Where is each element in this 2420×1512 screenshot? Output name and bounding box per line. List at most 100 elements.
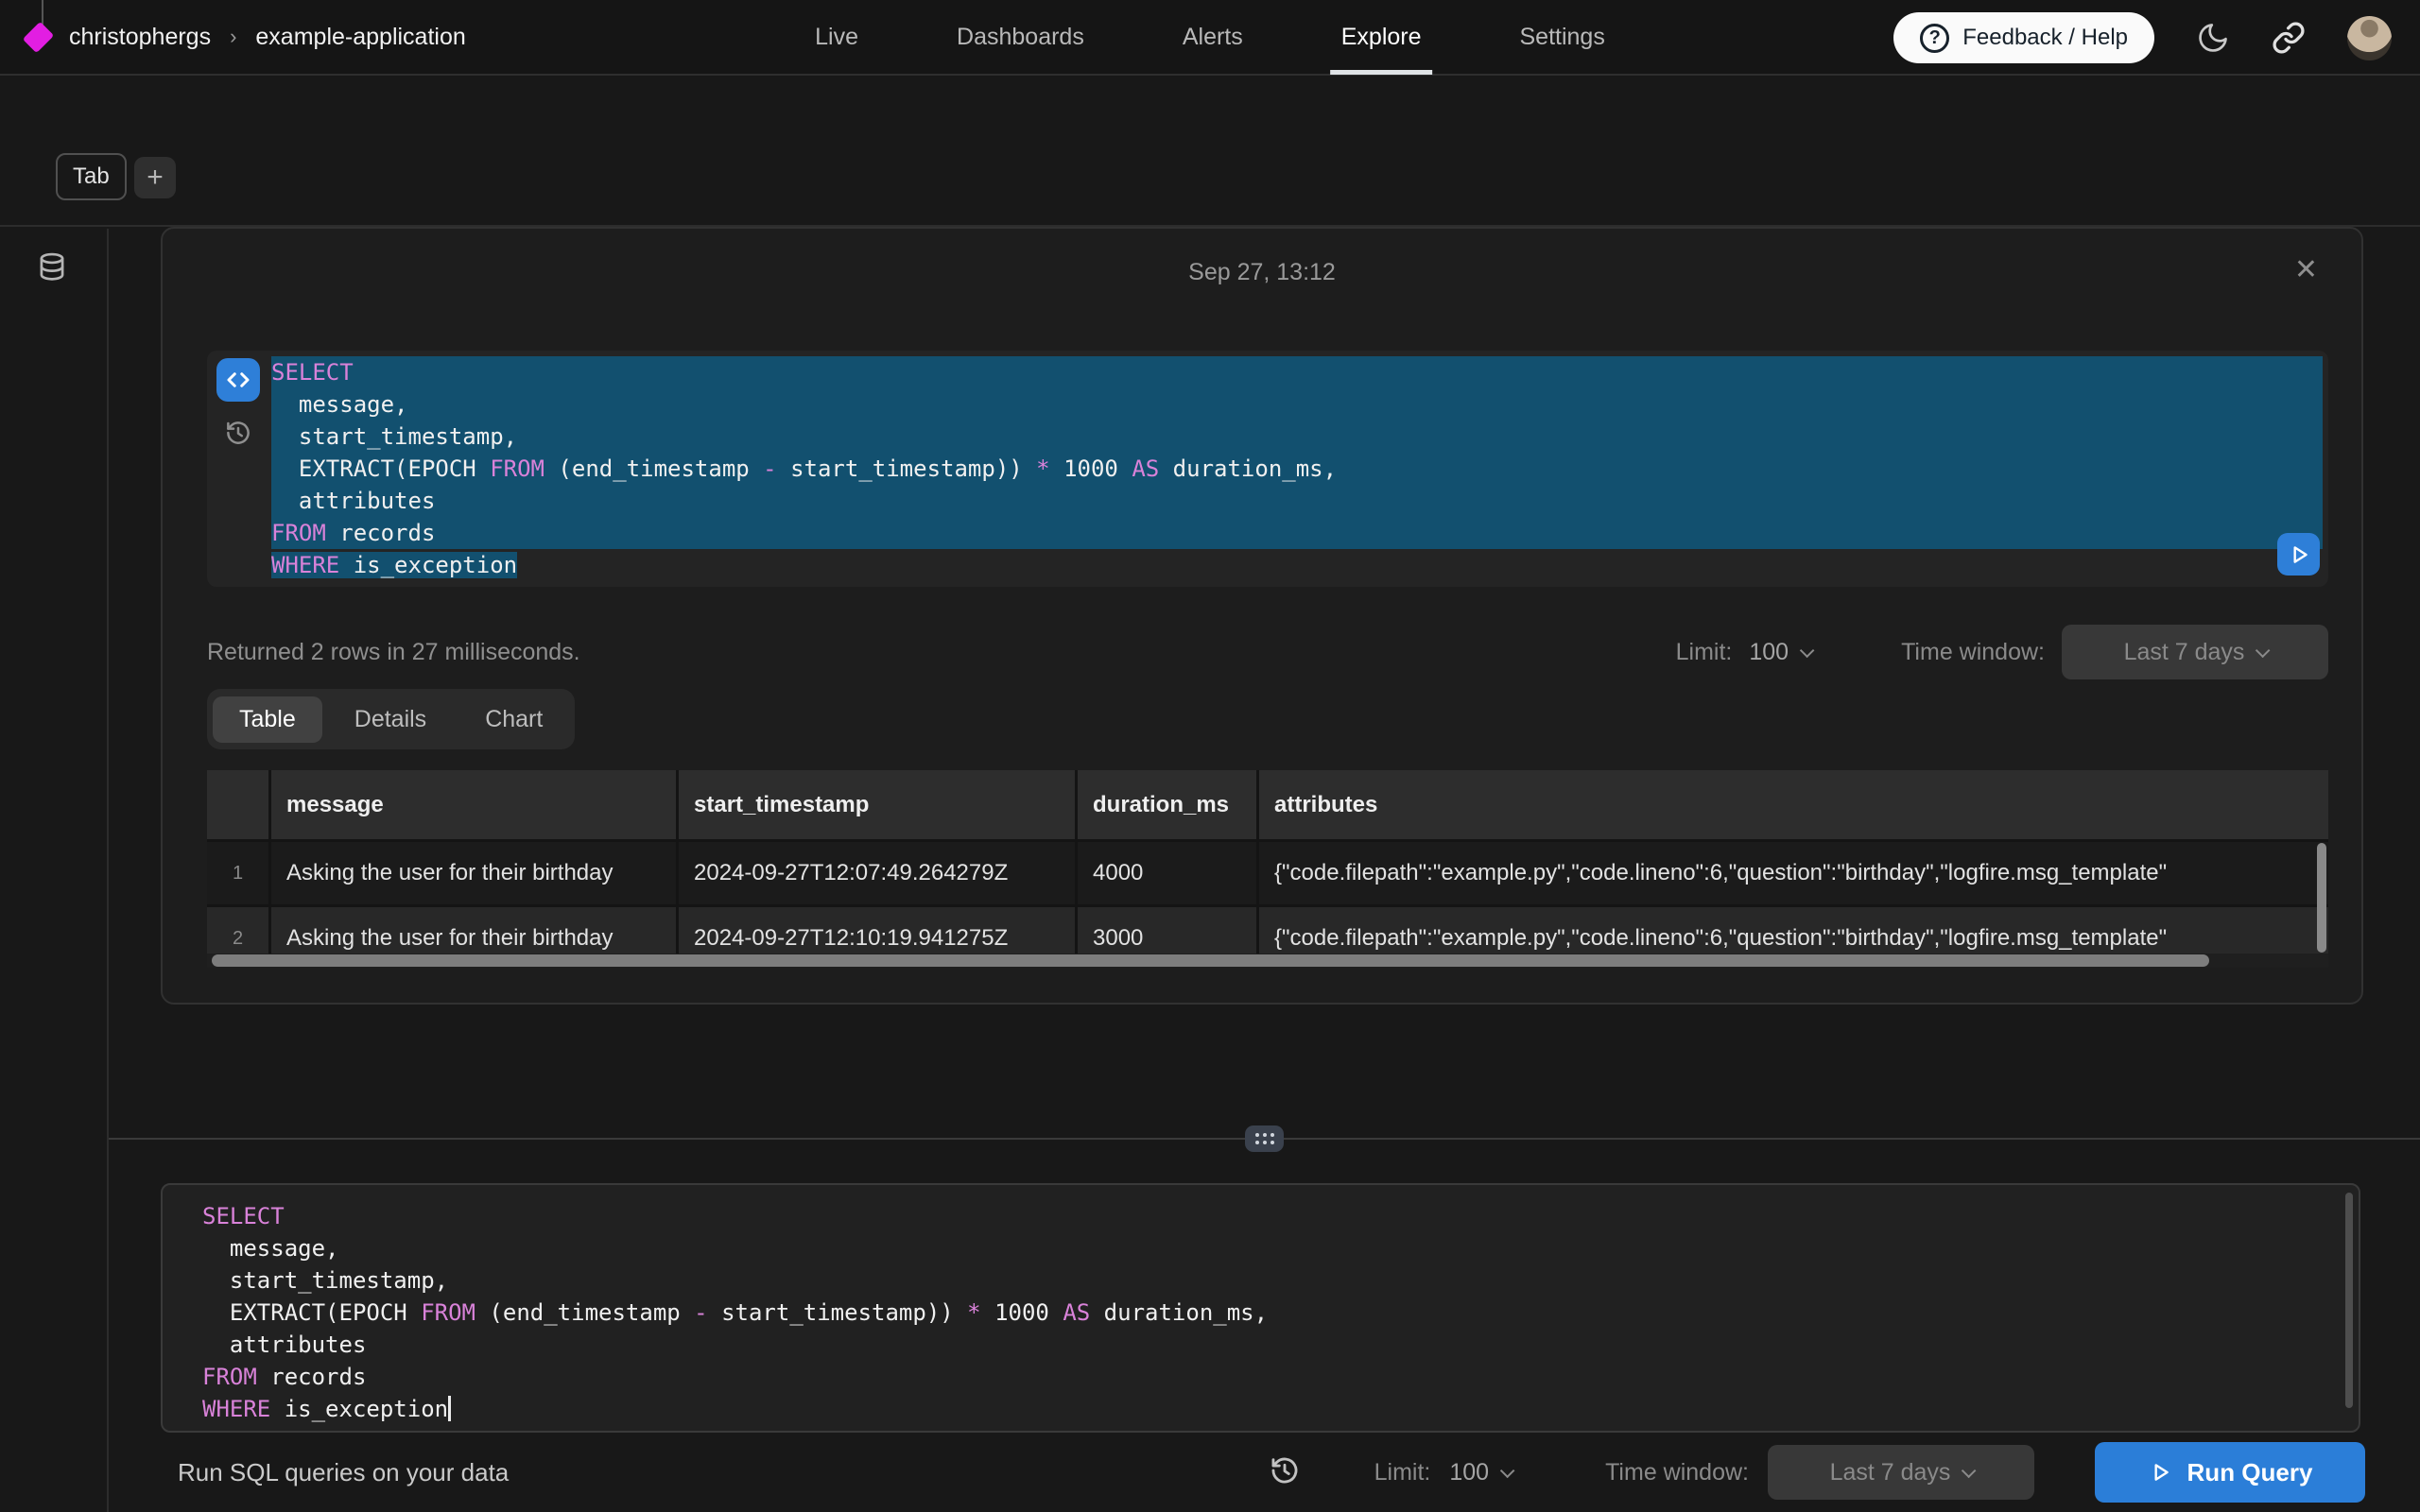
tab-table[interactable]: Table [213, 696, 322, 743]
table-cell[interactable]: Asking the user for their birthday [271, 842, 676, 904]
sql-keyword: AS [1132, 455, 1159, 482]
time-window-label: Time window: [1901, 639, 2045, 666]
sql-text: records [257, 1364, 367, 1390]
logfire-logo-icon [23, 21, 54, 52]
sql-text: EXTRACT(EPOCH [202, 1299, 421, 1326]
query-tab[interactable]: Tab [56, 153, 127, 200]
sql-keyword: SELECT [202, 1203, 285, 1229]
limit-label: Limit: [1676, 639, 1733, 666]
breadcrumb-org[interactable]: christophergs [69, 24, 211, 51]
column-header-message[interactable]: message [271, 770, 676, 839]
nav-item-dashboards[interactable]: Dashboards [953, 0, 1088, 75]
tab-strip: Tab + [0, 76, 2420, 227]
nav-links: Live Dashboards Alerts Explore Settings [811, 0, 1609, 75]
share-link-button[interactable] [2272, 21, 2306, 55]
breadcrumb-separator-icon: › [226, 25, 240, 49]
column-header-attributes[interactable]: attributes [1259, 770, 2328, 839]
editor-gutter [207, 351, 269, 587]
user-avatar[interactable] [2347, 16, 2392, 60]
database-icon[interactable] [34, 249, 70, 290]
limit-value: 100 [1449, 1459, 1489, 1486]
code-line: FROM records [271, 517, 2323, 549]
tab-details[interactable]: Details [328, 696, 453, 743]
sql-text: (end_timestamp [475, 1299, 694, 1326]
view-switcher: Table Details Chart [207, 689, 575, 749]
breadcrumb-project[interactable]: example-application [255, 24, 465, 51]
nav-item-alerts[interactable]: Alerts [1179, 0, 1247, 75]
splitter-drag-handle[interactable] [1245, 1125, 1284, 1152]
limit-select[interactable]: 100 [1449, 1459, 1511, 1486]
nav-item-settings[interactable]: Settings [1516, 0, 1609, 75]
code-line: FROM records [202, 1361, 2349, 1393]
question-icon: ? [1920, 24, 1949, 53]
nav-item-explore[interactable]: Explore [1338, 0, 1426, 75]
close-icon[interactable]: ✕ [2294, 253, 2318, 286]
feedback-help-button[interactable]: ? Feedback / Help [1893, 12, 2154, 63]
table-horizontal-scrollbar[interactable] [212, 954, 2209, 967]
sql-text: 1000 [1050, 455, 1132, 482]
column-header-start-timestamp[interactable]: start_timestamp [679, 770, 1075, 839]
sql-text: start_timestamp, [271, 423, 517, 450]
code-line: WHERE is_exception [202, 1393, 2349, 1425]
results-grid: message start_timestamp duration_ms attr… [207, 770, 2328, 968]
sql-text: duration_ms, [1159, 455, 1337, 482]
history-icon [1269, 1454, 1301, 1486]
schema-sidebar [0, 229, 109, 1512]
code-icon [224, 366, 252, 394]
sql-keyword: FROM [421, 1299, 475, 1326]
column-header-duration-ms[interactable]: duration_ms [1078, 770, 1256, 839]
dark-mode-toggle[interactable] [2196, 21, 2230, 55]
add-tab-button[interactable]: + [134, 157, 176, 198]
time-window-label: Time window: [1605, 1459, 1749, 1486]
text-cursor [448, 1396, 451, 1421]
chevron-down-icon [1800, 643, 1815, 658]
result-status-row: Returned 2 rows in 27 milliseconds. Limi… [207, 624, 2328, 680]
limit-value: 100 [1749, 639, 1789, 666]
table-cell[interactable]: 2024-09-27T12:07:49.264279Z [679, 842, 1075, 904]
code-line: start_timestamp, [202, 1264, 2349, 1297]
nav-actions: ? Feedback / Help [1893, 0, 2392, 76]
table-cell[interactable]: 4000 [1078, 842, 1256, 904]
limit-select[interactable]: 100 [1749, 639, 1810, 666]
feedback-help-label: Feedback / Help [1962, 25, 2128, 51]
sql-editor[interactable]: SELECT message, start_timestamp, EXTRACT… [161, 1183, 2360, 1433]
editor-scrollbar[interactable] [2345, 1193, 2353, 1408]
sql-keyword: WHERE [271, 552, 339, 578]
code-line: attributes [202, 1329, 2349, 1361]
sql-text: start_timestamp, [202, 1267, 448, 1294]
query-result-card: Sep 27, 13:12 ✕ SELECT message, start_ti… [161, 227, 2363, 1005]
sql-code-selected[interactable]: SELECT message, start_timestamp, EXTRACT… [269, 351, 2328, 587]
logo-stem [42, 0, 43, 25]
code-line: WHERE is_exception [271, 549, 2323, 581]
sql-keyword: AS [1063, 1299, 1090, 1326]
sql-text: 1000 [981, 1299, 1063, 1326]
nav-item-live[interactable]: Live [811, 0, 862, 75]
query-history-button[interactable] [1269, 1454, 1301, 1491]
sql-keyword: - [694, 1299, 707, 1326]
breadcrumb: christophergs › example-application [0, 24, 718, 51]
bottom-bar: Run SQL queries on your data Limit: 100 … [109, 1433, 2420, 1512]
code-view-button[interactable] [216, 358, 260, 402]
result-controls: Limit: 100 Time window: Last 7 days [1676, 625, 2328, 679]
sql-keyword: FROM [490, 455, 544, 482]
history-sql-editor[interactable]: SELECT message, start_timestamp, EXTRACT… [207, 351, 2328, 587]
sql-text: attributes [271, 488, 435, 514]
table-cell[interactable]: {"code.filepath":"example.py","code.line… [1259, 842, 2328, 904]
sql-code-editable[interactable]: SELECT message, start_timestamp, EXTRACT… [163, 1185, 2359, 1425]
time-window-value: Last 7 days [2124, 639, 2245, 666]
time-window-select[interactable]: Last 7 days [1768, 1445, 2034, 1500]
sql-text: start_timestamp)) [777, 455, 1037, 482]
history-icon[interactable] [224, 419, 252, 452]
time-window-select[interactable]: Last 7 days [2062, 625, 2328, 679]
sql-keyword: WHERE [202, 1396, 270, 1422]
code-line: SELECT [271, 356, 2323, 388]
chevron-down-icon [1962, 1463, 1977, 1478]
table-vertical-scrollbar[interactable] [2317, 843, 2326, 953]
run-query-mini-button[interactable] [2277, 533, 2320, 576]
moon-icon [2196, 21, 2230, 55]
tab-chart[interactable]: Chart [458, 696, 569, 743]
code-line: EXTRACT(EPOCH FROM (end_timestamp - star… [271, 453, 2323, 485]
code-line: start_timestamp, [271, 421, 2323, 453]
sql-keyword: - [763, 455, 776, 482]
run-query-button[interactable]: Run Query [2095, 1442, 2365, 1503]
